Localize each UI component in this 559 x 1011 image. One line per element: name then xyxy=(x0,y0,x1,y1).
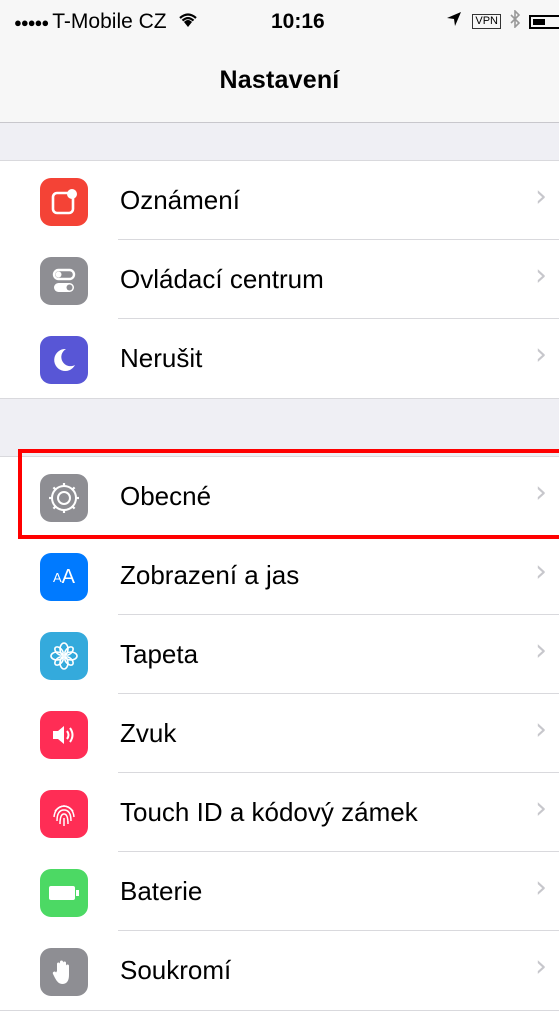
vpn-badge: VPN xyxy=(472,14,501,29)
battery-status-icon xyxy=(529,14,559,29)
settings-item-label: Oznámení xyxy=(120,185,240,215)
settings-item-touch-id[interactable]: Touch ID a kódový zámek › xyxy=(0,773,559,852)
settings-item-label: Nerušit xyxy=(120,343,203,373)
chevron-right-icon: › xyxy=(535,554,547,589)
location-arrow-icon xyxy=(446,11,462,32)
settings-item-nerusit[interactable]: Nerušit › xyxy=(0,319,559,398)
status-left: ●●●●● T-Mobile CZ xyxy=(14,10,199,34)
settings-item-label: Baterie xyxy=(120,876,203,906)
notifications-icon xyxy=(40,178,88,226)
chevron-right-icon: › xyxy=(535,712,547,747)
chevron-right-icon: › xyxy=(535,633,547,668)
status-time: 10:16 xyxy=(271,10,325,33)
settings-item-ovladaci-centrum[interactable]: Ovládací centrum › xyxy=(0,240,559,319)
settings-item-zvuk[interactable]: Zvuk › xyxy=(0,694,559,773)
chevron-right-icon: › xyxy=(535,791,547,826)
control-center-icon xyxy=(40,257,88,305)
settings-item-label: Ovládací centrum xyxy=(120,264,324,294)
fingerprint-icon xyxy=(40,790,88,838)
wifi-icon xyxy=(177,11,199,34)
settings-item-baterie[interactable]: Baterie › xyxy=(0,852,559,931)
settings-group-2: Obecné › AA Zobrazení a jas › Tapeta › Z… xyxy=(0,456,559,1011)
settings-item-soukromi[interactable]: Soukromí › xyxy=(0,931,559,1010)
highlight-box xyxy=(18,449,559,539)
wallpaper-icon xyxy=(40,632,88,680)
settings-item-label: Tapeta xyxy=(120,639,199,669)
moon-icon xyxy=(40,336,88,384)
settings-item-label: Zobrazení a jas xyxy=(120,560,300,590)
chevron-right-icon: › xyxy=(535,258,547,293)
chevron-right-icon: › xyxy=(535,179,547,214)
settings-item-label: Touch ID a kódový zámek xyxy=(120,797,418,827)
battery-icon xyxy=(40,869,88,917)
settings-item-oznameni[interactable]: Oznámení › xyxy=(0,161,559,240)
chevron-right-icon: › xyxy=(535,337,547,372)
page-title: Nastavení xyxy=(219,66,340,94)
navigation-bar: Nastavení xyxy=(0,44,559,123)
settings-item-label: Soukromí xyxy=(120,955,232,985)
status-right: VPN xyxy=(446,9,559,33)
bluetooth-icon xyxy=(509,9,521,33)
chevron-right-icon: › xyxy=(535,870,547,905)
status-bar: ●●●●● T-Mobile CZ 10:16 VPN xyxy=(0,0,559,44)
settings-item-zobrazeni-a-jas[interactable]: AA Zobrazení a jas › xyxy=(0,536,559,615)
carrier-label: T-Mobile CZ xyxy=(52,10,167,33)
settings-item-label: Zvuk xyxy=(120,718,177,748)
chevron-right-icon: › xyxy=(535,949,547,984)
settings-item-tapeta[interactable]: Tapeta › xyxy=(0,615,559,694)
sound-icon xyxy=(40,711,88,759)
display-brightness-icon: AA xyxy=(40,553,88,601)
signal-strength-icon: ●●●●● xyxy=(14,14,49,30)
settings-group-1: Oznámení › Ovládací centrum › Nerušit › xyxy=(0,160,559,399)
